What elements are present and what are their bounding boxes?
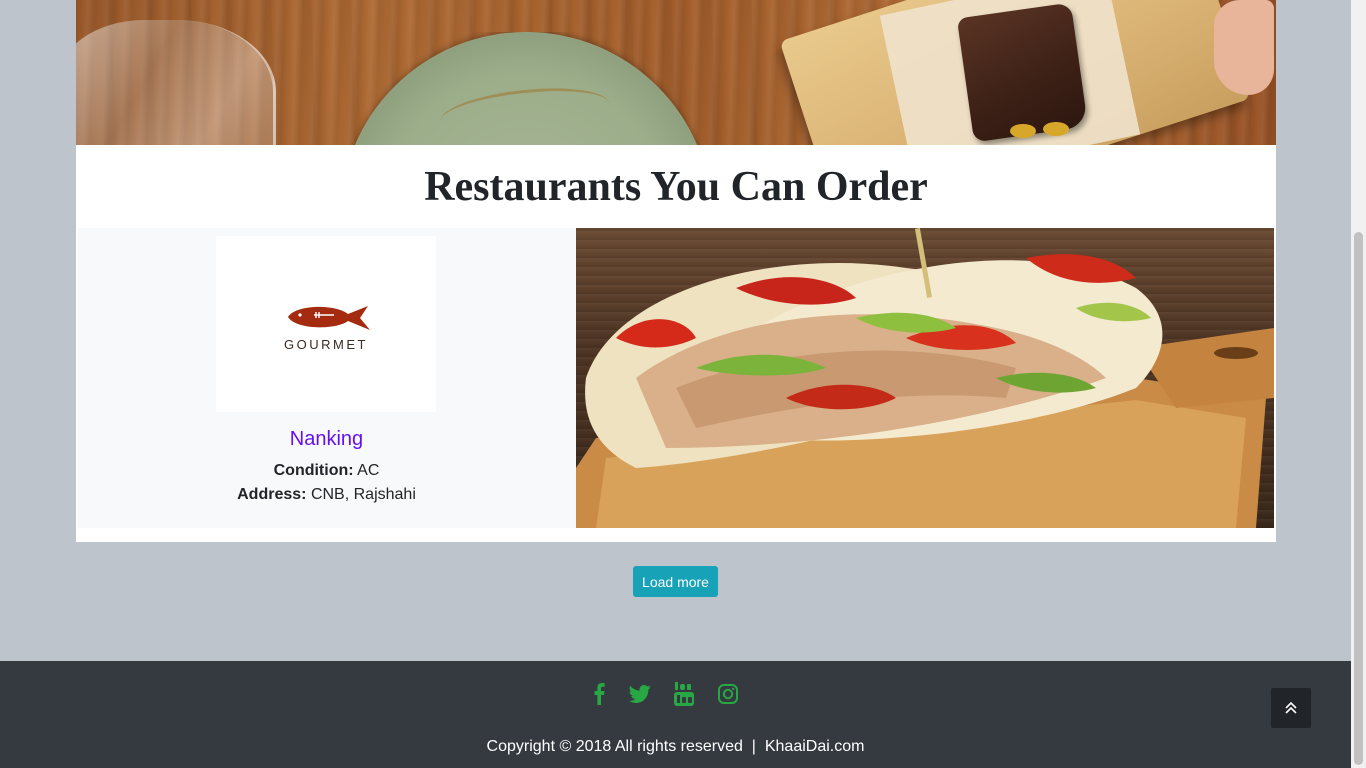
- hand-graphic: [1214, 0, 1274, 95]
- restaurant-address: Address: CNB, Rajshahi: [77, 486, 576, 504]
- condition-value: AC: [357, 462, 380, 479]
- condition-label: Condition:: [273, 462, 354, 479]
- copyright-text: Copyright © 2018 All rights reserved | K…: [486, 738, 865, 755]
- facebook-icon[interactable]: [586, 681, 612, 707]
- section-title: Restaurants You Can Order: [424, 164, 928, 210]
- restaurant-food-image[interactable]: [576, 228, 1274, 528]
- instagram-icon[interactable]: [715, 681, 741, 707]
- brownie-graphic: [956, 2, 1089, 143]
- fish-logo-icon: [288, 306, 370, 330]
- youtube-icon[interactable]: [671, 681, 697, 707]
- double-chevron-up-icon: [1285, 701, 1297, 714]
- twitter-icon[interactable]: [627, 681, 653, 707]
- food-illustration: [576, 228, 1274, 528]
- nut-graphic: [1043, 122, 1069, 136]
- address-value: CNB, Rajshahi: [310, 486, 416, 503]
- page-scrollbar-thumb[interactable]: [1354, 232, 1363, 765]
- logo-text: GOURMET: [284, 337, 368, 352]
- load-more-button[interactable]: Load more: [633, 566, 718, 597]
- hero-dessert-layer: [76, 0, 1276, 145]
- address-label: Address:: [237, 486, 307, 503]
- nut-graphic: [1010, 124, 1036, 138]
- restaurant-name-link[interactable]: Nanking: [77, 428, 576, 451]
- restaurant-condition: Condition: AC: [77, 462, 576, 480]
- back-to-top-button[interactable]: [1271, 688, 1311, 728]
